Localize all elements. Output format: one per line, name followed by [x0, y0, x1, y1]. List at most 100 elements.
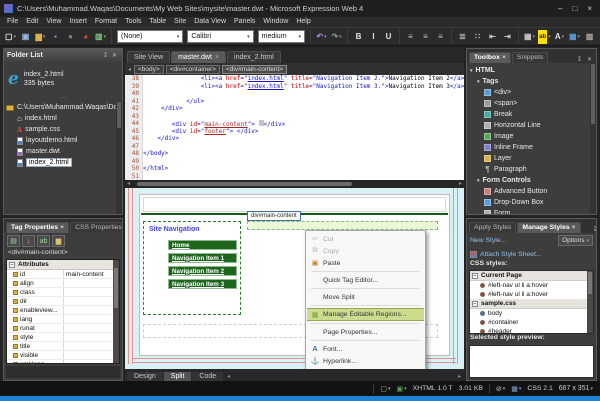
code-line[interactable]: 43: [125, 113, 464, 121]
attribute-row-style[interactable]: style: [7, 333, 119, 342]
maximize-button[interactable]: □: [572, 4, 577, 13]
style-rule-container[interactable]: #container: [470, 318, 593, 327]
style-dropdown[interactable]: (None)▾: [117, 30, 183, 43]
scroll-thumb[interactable]: [137, 182, 352, 186]
bullet-list-button[interactable]: ∷: [471, 30, 484, 44]
code-line[interactable]: 41</ul>: [125, 98, 464, 106]
increase-indent-button[interactable]: ⇥: [501, 30, 514, 44]
attribute-value[interactable]: [63, 342, 119, 350]
view-tab-split[interactable]: Split: [164, 372, 192, 381]
file-item-index-html[interactable]: ⌂index.html: [6, 113, 120, 124]
breadcrumb-scroll-icon[interactable]: ◂: [127, 66, 132, 73]
tab-toolbox[interactable]: Toolbox×: [469, 52, 511, 63]
undo-button[interactable]: ↶▾: [315, 30, 328, 44]
style-application-toggle[interactable]: ▦▾: [511, 385, 521, 393]
toolbox-item-horizontal-line[interactable]: Horizontal Line: [470, 120, 594, 131]
code-line[interactable]: 48</body>: [125, 150, 464, 158]
menu-item-page-properties[interactable]: Page Properties...: [307, 326, 424, 338]
code-line[interactable]: 39<li><a href="index.html" title="Naviga…: [125, 83, 464, 91]
breadcrumb-body[interactable]: <body>: [134, 65, 164, 74]
file-item-sample-css[interactable]: Asample.css: [6, 124, 120, 135]
main-content-tag-label[interactable]: div#main-content: [247, 211, 301, 221]
collapse-icon[interactable]: ▾: [477, 178, 480, 184]
attribute-row-dir[interactable]: dir: [7, 297, 119, 306]
attribute-value[interactable]: [63, 288, 119, 296]
style-group-current-page[interactable]: −Current Page: [470, 271, 593, 281]
menu-item-font[interactable]: AFont...: [307, 343, 424, 355]
menu-item-tools[interactable]: Tools: [121, 17, 145, 27]
size-dropdown[interactable]: medium▾: [258, 30, 305, 43]
tab-snippets[interactable]: Snippets: [512, 52, 548, 63]
toolbox-item-paragraph[interactable]: ¶Paragraph: [470, 164, 594, 175]
code-line[interactable]: 47: [125, 143, 464, 151]
style-rule-left-nav-ul-li-a-hover[interactable]: #left-nav ul li a:hover: [470, 281, 593, 290]
print-button[interactable]: ●: [64, 30, 77, 44]
layout-grid-button[interactable]: ▩: [583, 30, 596, 44]
new-style-link[interactable]: New Style...: [470, 237, 506, 244]
bold-button[interactable]: B: [352, 30, 365, 44]
toolbox-scrollbar[interactable]: [590, 63, 596, 214]
style-rule-body[interactable]: body: [470, 309, 593, 318]
publish-button[interactable]: ▥▾: [94, 30, 107, 44]
menu-item-quick-tag-editor[interactable]: Quick Tag Editor...: [307, 274, 424, 286]
left-nav-region[interactable]: Site Navigation HomeNavigation Item 1Nav…: [143, 221, 241, 315]
code-line[interactable]: 38<li><a href="index.html" title="Naviga…: [125, 75, 464, 83]
attribute-row-title[interactable]: title: [7, 342, 119, 351]
file-item-master-dwt[interactable]: master.dwt: [6, 146, 120, 157]
attach-stylesheet-link[interactable]: Attach Style Sheet...: [480, 251, 542, 258]
collapse-icon[interactable]: −: [472, 273, 478, 279]
close-tab-icon[interactable]: ×: [215, 54, 219, 61]
file-item-index-2-html[interactable]: index_2.html: [6, 157, 120, 168]
toolbox-item-image[interactable]: Image: [470, 131, 594, 142]
doc-tab-index-2-html[interactable]: index_2.html: [227, 51, 281, 63]
view-tab-code[interactable]: Code: [192, 372, 223, 381]
toolbox-item-layer[interactable]: Layer: [470, 153, 594, 164]
close-panel-icon[interactable]: ✕: [585, 56, 594, 63]
toolbox-item-tags[interactable]: ▾Tags: [470, 76, 594, 87]
code-horizontal-scrollbar[interactable]: ◂ ▸: [125, 180, 464, 188]
redo-button[interactable]: ↷▾: [330, 30, 343, 44]
align-right-button[interactable]: ≡: [434, 30, 447, 44]
scroll-left-icon[interactable]: ◂: [127, 180, 130, 188]
pin-icon[interactable]: ↧: [575, 56, 584, 63]
close-tab-icon[interactable]: ×: [572, 224, 576, 231]
code-line[interactable]: 42</div>: [125, 105, 464, 113]
tab-apply-styles[interactable]: Apply Styles: [469, 222, 516, 233]
attribute-value[interactable]: main-content: [63, 270, 119, 278]
nav-link-navigation-item-3[interactable]: Navigation Item 3: [168, 279, 237, 289]
menu-item-file[interactable]: File: [3, 17, 22, 27]
collapse-icon[interactable]: ▾: [477, 79, 480, 85]
scroll-right-icon[interactable]: ▸: [459, 180, 462, 188]
menu-item-help[interactable]: Help: [292, 17, 314, 27]
attribute-value[interactable]: [63, 279, 119, 287]
insert-table-button[interactable]: ▦▾: [568, 30, 581, 44]
attribute-value[interactable]: [63, 351, 119, 359]
toolbox-item-div[interactable]: <div>: [470, 87, 594, 98]
section-attributes[interactable]: −Attributes: [7, 260, 119, 270]
font-dropdown[interactable]: Calibri▾: [187, 30, 253, 43]
css-schema-indicator[interactable]: CSS 2.1: [527, 385, 552, 392]
scroll-right-icon[interactable]: ▸: [455, 373, 464, 380]
menu-item-paste[interactable]: ▣Paste: [307, 257, 424, 269]
attribute-value[interactable]: [63, 333, 119, 341]
show-set-properties-button[interactable]: ab: [37, 235, 50, 247]
menu-item-window[interactable]: Window: [259, 17, 292, 27]
breadcrumb-div-container[interactable]: <div#container>: [166, 65, 220, 74]
pin-icon[interactable]: ↧: [591, 226, 597, 233]
decrease-indent-button[interactable]: ⇤: [486, 30, 499, 44]
tab-css-properties[interactable]: CSS Properties: [70, 222, 123, 233]
open-site-button[interactable]: ▣: [19, 30, 32, 44]
align-center-button[interactable]: ≡: [419, 30, 432, 44]
align-left-button[interactable]: ≡: [404, 30, 417, 44]
toolbox-item-inline-frame[interactable]: Inline Frame: [470, 142, 594, 153]
menu-item-move-split[interactable]: Move Split: [307, 291, 424, 303]
close-tab-icon[interactable]: ×: [60, 224, 64, 231]
menu-item-manage-editable-regions[interactable]: ▦Manage Editable Regions...: [307, 308, 424, 321]
attribute-value[interactable]: [63, 315, 119, 323]
toolbox-item-drop-down-box[interactable]: Drop-Down Box: [470, 197, 594, 208]
close-button[interactable]: ×: [587, 4, 592, 13]
file-item-layoutdemo-html[interactable]: layoutdemo.html: [6, 135, 120, 146]
menu-item-format[interactable]: Format: [91, 17, 121, 27]
numbered-list-button[interactable]: ≣: [456, 30, 469, 44]
style-group-sample-css[interactable]: −sample.css: [470, 299, 593, 309]
